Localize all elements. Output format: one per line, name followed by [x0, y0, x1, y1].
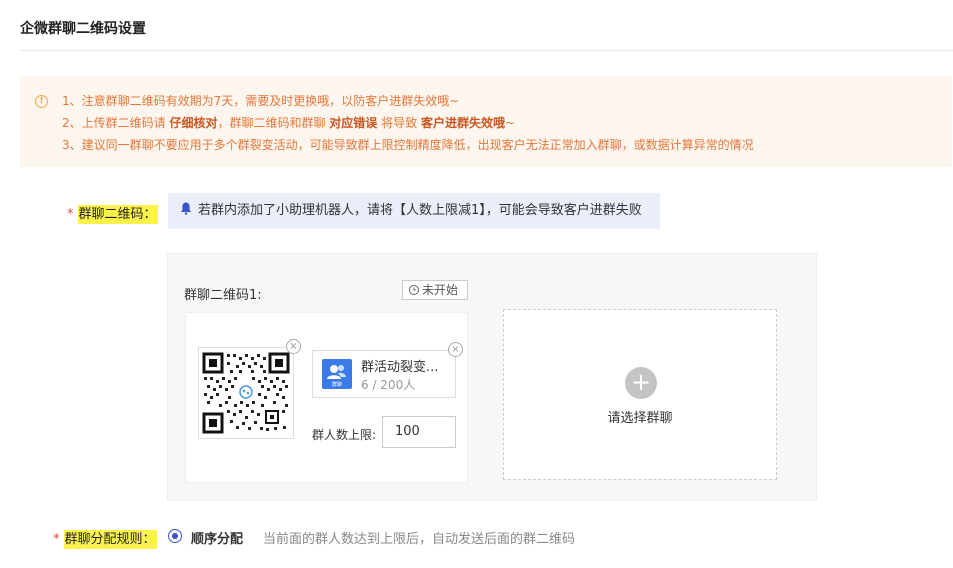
warning-notice: ! 1、注意群聊二维码有效期为7天，需要及时更换哦，以防客户进群失效哦~ 2、上… [20, 76, 952, 167]
qr-card: × 群聊 群活动裂变... 6 / 200人 × 群人数上限: 100 [185, 312, 468, 483]
page-title: 企微群聊二维码设置 [20, 21, 146, 37]
remove-qr-icon[interactable]: × [286, 339, 301, 354]
sequential-radio-label[interactable]: 顺序分配 [191, 528, 243, 547]
member-limit-input[interactable]: 100 [382, 416, 456, 448]
notice-line-1: 1、注意群聊二维码有效期为7天，需要及时更换哦，以防客户进群失效哦~ [62, 94, 460, 108]
qr-code-label: 群聊二维码1: [184, 288, 262, 303]
notice-line-2: 2、上传群二维码请 仔细核对，群聊二维码和群聊 对应错误 将导致 客户进群失效哦… [62, 116, 516, 130]
rule-field-label: * 群聊分配规则： [53, 530, 157, 549]
plus-icon: + [625, 367, 657, 399]
svg-text:群聊: 群聊 [332, 381, 342, 388]
qr-field-label: * 群聊二维码： [67, 205, 158, 224]
group-icon: 群聊 [322, 359, 352, 389]
notice-line-3: 3、建议同一群聊不要应用于多个群裂变活动，可能导致群上限控制精度降低，出现客户无… [62, 138, 754, 152]
qr-tip: 若群内添加了小助理机器人，请将【人数上限减1】，可能会导致客户进群失败 [168, 193, 660, 229]
qr-code-graphic [202, 352, 290, 434]
selected-group-card: 群聊 群活动裂变... 6 / 200人 [312, 350, 456, 398]
qr-code-image[interactable] [198, 347, 294, 439]
member-limit-label: 群人数上限: [312, 428, 377, 442]
required-mark: * [53, 532, 60, 547]
required-mark: * [67, 207, 74, 222]
warning-icon: ! [35, 95, 48, 108]
select-group-button[interactable]: + 请选择群聊 [503, 309, 777, 480]
remove-group-icon[interactable]: × [448, 342, 463, 357]
title-divider [20, 50, 953, 51]
group-name: 群活动裂变... [361, 360, 439, 375]
sequential-radio-description: 当前面的群人数达到上限后，自动发送后面的群二维码 [263, 532, 576, 547]
qr-tip-text: 若群内添加了小助理机器人，请将【人数上限减1】，可能会导致客户进群失败 [198, 203, 642, 218]
status-badge: 未开始 [402, 280, 468, 300]
group-member-count: 6 / 200人 [361, 378, 416, 392]
clock-icon [409, 285, 419, 295]
sequential-radio[interactable] [168, 529, 182, 543]
bell-icon [180, 202, 192, 215]
qr-settings-panel: 群聊二维码1: 未开始 × 群聊 群活动裂变... 6 / 200人 × 群人数… [167, 253, 817, 501]
select-group-label: 请选择群聊 [607, 411, 673, 426]
